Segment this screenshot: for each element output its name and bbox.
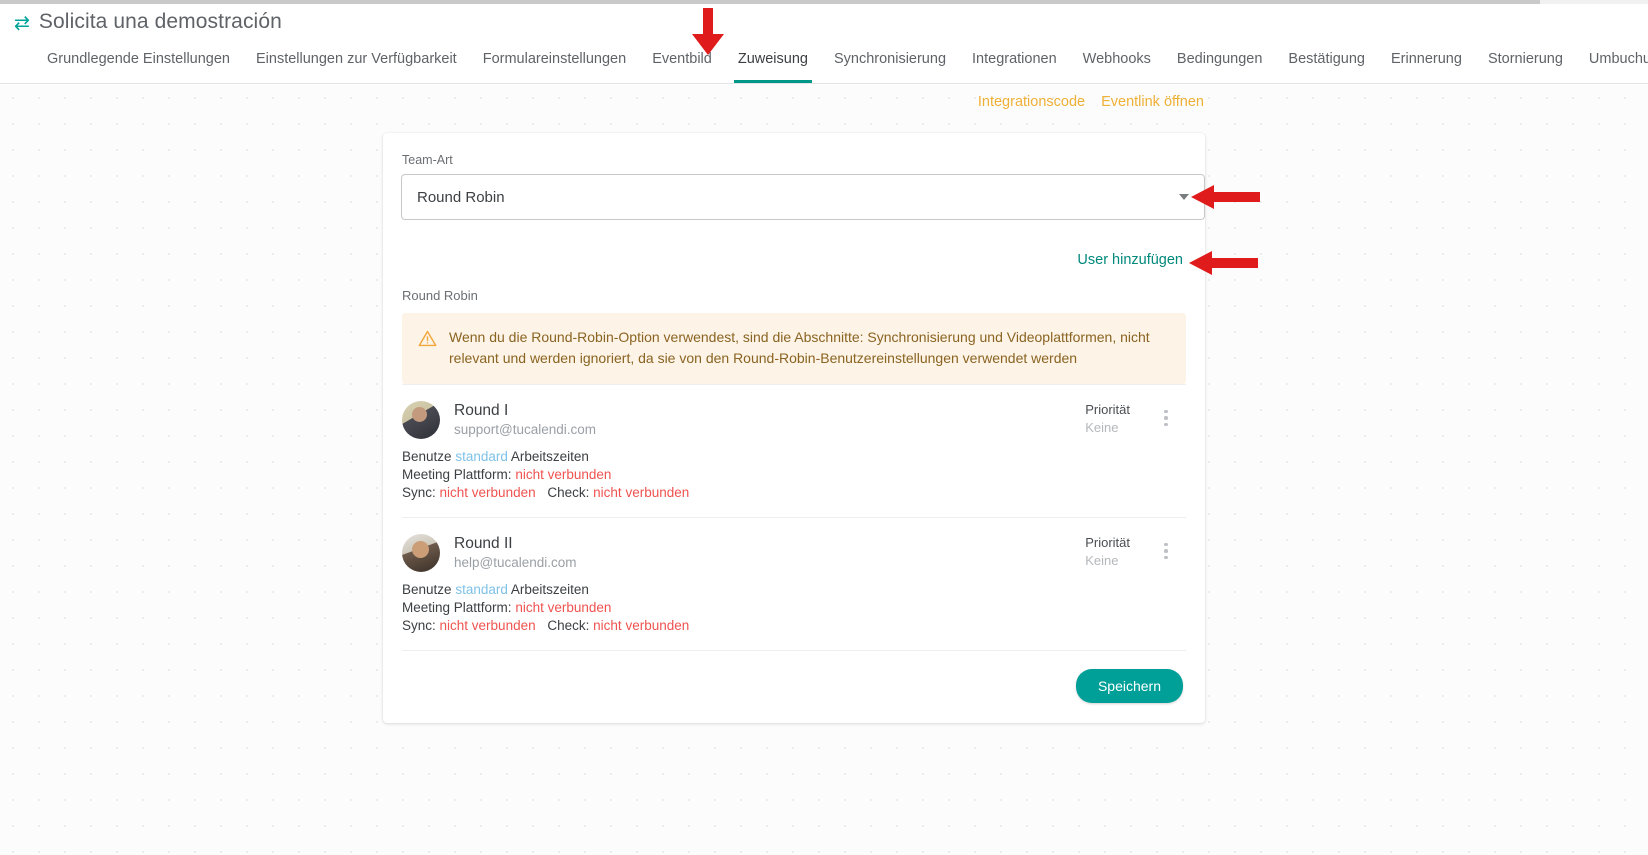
card-inner: Team-Art Round Robin User hinzufügen Rou… [383, 153, 1205, 723]
table-row: Round II help@tucalendi.com Benutze stan… [402, 517, 1186, 650]
user-name: Round II [454, 535, 513, 552]
meeting-platform-line: Meeting Plattform: nicht verbunden [402, 600, 1186, 617]
sync-label: Sync: [402, 618, 436, 633]
kebab-dot [1164, 416, 1168, 420]
tab-synchronisierung[interactable]: Synchronisierung [821, 46, 959, 83]
priority-value: Keine [1085, 553, 1119, 568]
working-hours-prefix: Benutze [402, 582, 452, 597]
assignment-card: Team-Art Round Robin User hinzufügen Rou… [383, 133, 1205, 723]
kebab-dot [1164, 422, 1168, 427]
team-type-label: Team-Art [402, 153, 453, 167]
meeting-platform-status: nicht verbunden [515, 467, 612, 482]
priority-block: Priorität Keine [1085, 534, 1130, 570]
sync-status: nicht verbunden [439, 485, 536, 500]
sync-check-line: Sync: nicht verbunden Check: nicht verbu… [402, 485, 1186, 502]
avatar [402, 401, 440, 439]
meeting-platform-label: Meeting Plattform: [402, 600, 512, 615]
page-body: Integrationscode Eventlink öffnen Team-A… [0, 85, 1648, 855]
check-label: Check: [547, 618, 590, 633]
tab-erinnerung[interactable]: Erinnerung [1378, 46, 1475, 83]
priority-value: Keine [1085, 420, 1119, 435]
page-title: Solicita una demostración [38, 10, 282, 33]
top-action-links: Integrationscode Eventlink öffnen [978, 94, 1204, 110]
user-identity: Round II help@tucalendi.com [454, 534, 577, 572]
meeting-platform-status: nicht verbunden [515, 600, 612, 615]
tab-integrationen[interactable]: Integrationen [959, 46, 1070, 83]
swap-horizontal-icon: ⇄ [14, 12, 30, 34]
sync-status: nicht verbunden [439, 618, 536, 633]
team-type-select[interactable]: Round Robin [401, 174, 1205, 220]
kebab-menu-icon[interactable] [1155, 536, 1177, 566]
working-hours-link[interactable]: standard [455, 582, 508, 597]
card-footer: Speichern [402, 650, 1186, 723]
working-hours-suffix: Arbeitszeiten [510, 582, 589, 597]
add-user-link[interactable]: User hinzufügen [1077, 252, 1183, 268]
priority-label: Priorität [1085, 535, 1130, 550]
user-header: Round I support@tucalendi.com [402, 401, 1186, 439]
tab-bestaetigung[interactable]: Bestätigung [1275, 46, 1378, 83]
kebab-dot [1164, 555, 1168, 560]
save-button[interactable]: Speichern [1075, 669, 1183, 703]
sync-check-line: Sync: nicht verbunden Check: nicht verbu… [402, 618, 1186, 635]
user-email: help@tucalendi.com [454, 555, 577, 570]
app-header: ⇄ Solicita una demostración Grundlegende… [0, 4, 1648, 84]
tab-eventbild[interactable]: Eventbild [639, 46, 725, 83]
check-status: nicht verbunden [593, 485, 690, 500]
working-hours-line: Benutze standard Arbeitszeiten [402, 449, 1186, 466]
tab-einstellungen-zur-verfuegbarkeit[interactable]: Einstellungen zur Verfügbarkeit [243, 46, 470, 83]
tab-grundlegende-einstellungen[interactable]: Grundlegende Einstellungen [34, 46, 243, 83]
kebab-dot [1164, 549, 1168, 553]
priority-label: Priorität [1085, 402, 1130, 417]
user-identity: Round I support@tucalendi.com [454, 401, 596, 439]
tab-bedingungen[interactable]: Bedingungen [1164, 46, 1275, 83]
user-email: support@tucalendi.com [454, 422, 597, 437]
round-robin-warning-alert: Wenn du die Round-Robin-Option verwendes… [402, 313, 1186, 384]
check-status: nicht verbunden [593, 618, 690, 633]
tab-webhooks[interactable]: Webhooks [1070, 46, 1164, 83]
round-robin-section-label: Round Robin [402, 288, 478, 303]
team-type-select-wrap: Round Robin [401, 174, 1205, 220]
working-hours-line: Benutze standard Arbeitszeiten [402, 582, 1186, 599]
tab-umbuchung[interactable]: Umbuchung [1576, 46, 1648, 83]
user-header: Round II help@tucalendi.com [402, 534, 1186, 572]
priority-block: Priorität Keine [1085, 401, 1130, 437]
check-label: Check: [547, 485, 590, 500]
user-row: Round I support@tucalendi.com Benutze st… [402, 384, 1186, 517]
kebab-dot [1164, 542, 1168, 547]
add-user-row: User hinzufügen [393, 252, 1195, 268]
page-title-row: ⇄ Solicita una demostración [14, 10, 282, 34]
alert-message: Wenn du die Round-Robin-Option verwendes… [449, 329, 1150, 366]
working-hours-suffix: Arbeitszeiten [510, 449, 589, 464]
meeting-platform-label: Meeting Plattform: [402, 467, 512, 482]
user-meta: Benutze standard Arbeitszeiten Meeting P… [402, 449, 1186, 502]
kebab-menu-icon[interactable] [1155, 403, 1177, 433]
working-hours-link[interactable]: standard [455, 449, 508, 464]
kebab-dot [1164, 409, 1168, 414]
eventlink-oeffnen-link[interactable]: Eventlink öffnen [1101, 94, 1204, 110]
user-meta: Benutze standard Arbeitszeiten Meeting P… [402, 582, 1186, 635]
tab-bar: Grundlegende Einstellungen Einstellungen… [0, 46, 1648, 84]
tab-zuweisung[interactable]: Zuweisung [725, 46, 821, 83]
warning-triangle-icon [418, 329, 437, 353]
sync-label: Sync: [402, 485, 436, 500]
tab-stornierung[interactable]: Stornierung [1475, 46, 1576, 83]
working-hours-prefix: Benutze [402, 449, 452, 464]
avatar [402, 534, 440, 572]
meeting-platform-line: Meeting Plattform: nicht verbunden [402, 467, 1186, 484]
integrationscode-link[interactable]: Integrationscode [978, 94, 1085, 110]
tab-formulareinstellungen[interactable]: Formulareinstellungen [470, 46, 639, 83]
user-name: Round I [454, 402, 509, 419]
